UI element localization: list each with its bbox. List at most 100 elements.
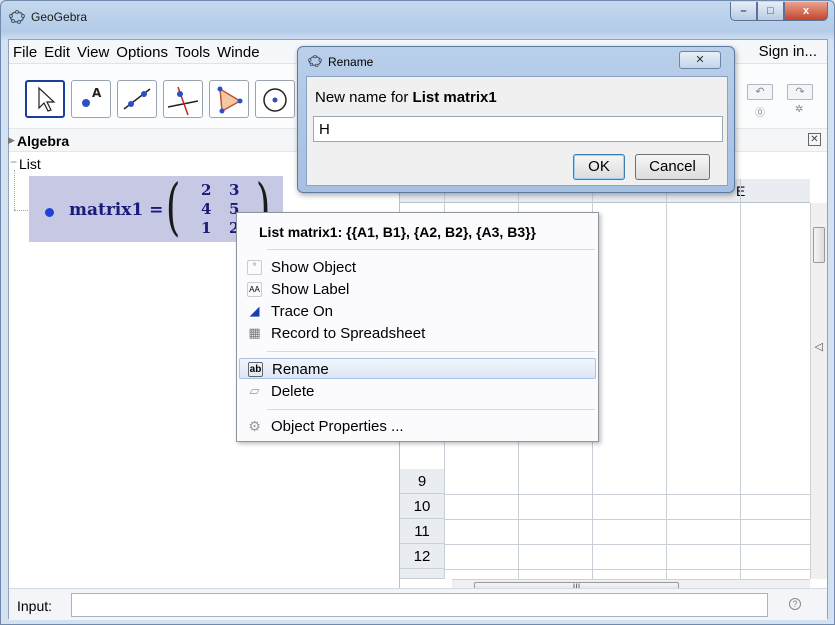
menu-item-label: Delete [271, 383, 315, 400]
menu-item-show-label[interactable]: AA Show Label [239, 279, 596, 300]
close-view-icon[interactable]: ✕ [808, 133, 821, 146]
close-icon: x [802, 5, 810, 17]
menu-window[interactable]: Winde [217, 44, 260, 61]
point-icon: A [82, 86, 102, 107]
menu-item-object-properties[interactable]: ⚙ Object Properties ... [239, 416, 596, 437]
dialog-title: Rename [328, 55, 374, 69]
menu-item-label: Trace On [271, 303, 333, 320]
row-header[interactable]: 11 [400, 519, 444, 544]
menu-item-label: Rename [272, 361, 329, 378]
left-paren: ( [165, 170, 181, 243]
perpendicular-tool-button[interactable] [163, 80, 203, 118]
show-label-icon: AA [247, 282, 262, 297]
matrix-name: matrix1 = [69, 200, 164, 220]
menu-tools[interactable]: Tools [175, 44, 210, 61]
matrix-cell: 1 [201, 219, 212, 237]
sign-in-link[interactable]: Sign in... [759, 43, 817, 60]
row-header[interactable]: 10 [400, 494, 444, 519]
tree-label-list: List [19, 156, 41, 172]
menu-item-label: Object Properties ... [271, 418, 404, 435]
rename-prompt-object: List matrix1 [412, 89, 497, 106]
arrow-cursor-icon [38, 86, 56, 112]
row-header[interactable]: 12 [400, 544, 444, 569]
row-header[interactable]: 9 [400, 469, 444, 494]
matrix-cell: 4 [201, 200, 212, 218]
side-panel-arrow-icon[interactable]: ◁ [815, 340, 823, 353]
row-header[interactable] [400, 569, 444, 579]
gear-icon: ⚙ [248, 418, 261, 434]
new-name-input[interactable]: H [313, 116, 723, 142]
line-tool-button[interactable] [117, 80, 157, 118]
geogebra-logo-icon [9, 10, 25, 24]
maximize-icon: □ [767, 5, 774, 17]
menu-file[interactable]: File [13, 44, 37, 61]
rename-icon: ab [248, 362, 263, 377]
show-object-icon: ° [247, 260, 262, 275]
grid-line [444, 569, 810, 570]
tree-collapse-icon[interactable]: − [10, 156, 19, 168]
polygon-tool-button[interactable] [209, 80, 249, 118]
cancel-button[interactable]: Cancel [635, 154, 710, 180]
collapse-arrow-icon[interactable]: ▶ [8, 135, 15, 146]
menu-item-delete[interactable]: ▱ Delete [239, 381, 596, 402]
polygon-icon [217, 86, 243, 114]
input-bar: Input: ? [9, 588, 827, 620]
vertical-scrollbar[interactable] [810, 203, 827, 579]
grid-line [444, 494, 810, 495]
svg-text:A: A [92, 86, 102, 100]
eraser-icon: ▱ [249, 383, 260, 398]
grid-line [444, 519, 810, 520]
window-controls: – □ x [730, 2, 828, 21]
help-icon[interactable]: ? [789, 598, 801, 610]
menu-item-rename[interactable]: ab Rename [239, 358, 596, 379]
context-menu: List matrix1: {{A1, B1}, {A2, B2}, {A3, … [236, 212, 599, 442]
dialog-close-button[interactable]: ✕ [679, 51, 721, 69]
trace-icon: ◢ [249, 303, 260, 318]
perpendicular-line-icon [167, 86, 199, 116]
circle-icon [263, 88, 287, 112]
menu-item-label: Show Object [271, 259, 357, 276]
menu-options[interactable]: Options [116, 44, 168, 61]
tree-connector [14, 170, 15, 210]
rename-dialog: Rename ✕ New name for List matrix1 H OK … [297, 46, 735, 193]
redo-button[interactable]: ↷ [787, 84, 813, 100]
ok-button[interactable]: OK [573, 154, 625, 180]
close-icon: ✕ [695, 54, 705, 66]
tree-connector [14, 210, 28, 211]
menu-separator [267, 351, 595, 352]
input-label: Input: [17, 598, 53, 614]
help-small-icon[interactable]: ⓪ [755, 104, 765, 119]
spreadsheet-icon: ▦ [248, 325, 261, 340]
minimize-button[interactable]: – [730, 2, 757, 21]
undo-button[interactable]: ↶ [747, 84, 773, 100]
point-tool-button[interactable]: A [71, 80, 111, 118]
menu-item-trace-on[interactable]: ◢ Trace On [239, 301, 596, 322]
undo-icon: ↶ [755, 86, 765, 98]
menu-view[interactable]: View [77, 44, 109, 61]
menu-item-show-object[interactable]: ° Show Object [239, 257, 596, 278]
menu-edit[interactable]: Edit [44, 44, 70, 61]
maximize-button[interactable]: □ [757, 2, 784, 21]
menu-item-label: Show Label [271, 281, 350, 298]
menu-separator [267, 409, 595, 410]
move-tool-button[interactable] [25, 80, 65, 118]
menu-item-record-to-spreadsheet[interactable]: ▦ Record to Spreadsheet [239, 323, 596, 344]
context-menu-title: List matrix1: {{A1, B1}, {A2, B2}, {A3, … [259, 224, 536, 240]
vertical-scroll-thumb[interactable] [813, 227, 825, 263]
grid-line [444, 544, 810, 545]
matrix-cell: 3 [229, 181, 240, 199]
close-button[interactable]: x [784, 2, 828, 21]
circle-tool-button[interactable] [255, 80, 295, 118]
rename-prompt-prefix: New name for [315, 89, 413, 106]
algebra-view-title: Algebra [17, 133, 70, 149]
matrix-cell: 2 [201, 181, 212, 199]
title-bar[interactable]: GeoGebra – □ x [1, 1, 834, 31]
minimize-icon: – [740, 5, 747, 17]
geogebra-logo-icon [308, 54, 322, 68]
dialog-body: New name for List matrix1 H OK Cancel [306, 76, 728, 186]
rename-prompt: New name for List matrix1 [315, 89, 497, 106]
visibility-dot-icon[interactable] [45, 208, 54, 217]
settings-gear-icon[interactable]: ✲ [795, 104, 803, 115]
window-title: GeoGebra [31, 10, 88, 24]
input-field[interactable] [71, 593, 768, 617]
